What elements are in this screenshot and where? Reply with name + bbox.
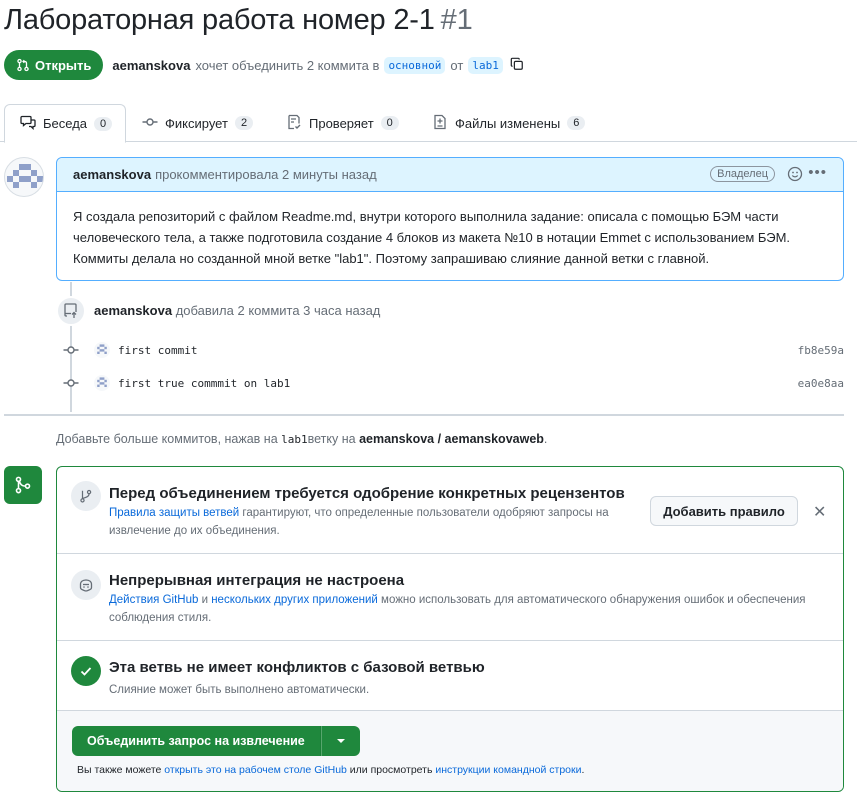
identicon-icon — [7, 164, 43, 188]
branch-protection-link[interactable]: Правила защиты ветвей — [109, 507, 239, 519]
head-branch-label[interactable]: lab1 — [468, 56, 503, 74]
hint-middle: ветку на — [307, 432, 356, 446]
footer-suffix: . — [581, 764, 585, 776]
repo-push-icon — [56, 296, 86, 326]
pr-tabs: Беседа 0 Фиксирует 2 Проверяет 0 Файлы и… — [0, 104, 857, 143]
commit-sha[interactable]: fb8e59a — [798, 344, 844, 357]
status-badge: Открыть — [4, 50, 104, 80]
push-event: aemanskova добавила 2 коммита 3 часа наз… — [94, 303, 380, 318]
tab-label: Проверяет — [309, 115, 374, 131]
footer-prefix: Вы также можете — [77, 764, 165, 776]
comment-author[interactable]: aemanskova — [73, 167, 151, 182]
commit-row: first commit fb8e59a — [62, 340, 844, 360]
tab-label: Беседа — [43, 116, 88, 131]
merge-box: Перед объединением требуется одобрение к… — [56, 466, 844, 792]
close-icon[interactable]: ✕ — [813, 502, 826, 522]
git-commit-icon — [142, 114, 158, 133]
merge-button-group: Объединить запрос на извлечение — [72, 726, 360, 756]
from-text: от — [450, 57, 464, 73]
avatar[interactable] — [94, 342, 110, 358]
pr-state-row: Открыть aemanskova хочет объединить 2 ко… — [4, 50, 524, 80]
comment-body: Я создала репозиторий с файлом Readme.md… — [73, 209, 791, 266]
review-required-title: Перед объединением требуется одобрение к… — [109, 485, 625, 502]
comment-discussion-icon — [20, 114, 36, 133]
no-conflicts-desc: Слияние может быть выполнено автоматичес… — [109, 684, 370, 696]
avatar[interactable] — [4, 157, 44, 197]
merge-footer: Объединить запрос на извлечение Вы также… — [57, 711, 843, 791]
pr-summary: aemanskova хочет объединить 2 коммита в … — [112, 56, 524, 74]
add-commits-hint: Добавьте больше коммитов, нажав на lab1в… — [56, 432, 547, 446]
hint-branch: lab1 — [281, 433, 308, 446]
git-pull-request-icon — [16, 58, 30, 72]
comment-header: aemanskova прокомментировала 2 минуты на… — [57, 158, 843, 192]
timeline-divider — [4, 414, 844, 416]
base-branch-label[interactable]: основной — [384, 56, 446, 74]
commit-sha[interactable]: ea0e8aa — [798, 377, 844, 390]
tab-conversation[interactable]: Беседа 0 — [4, 104, 126, 143]
ci-and-text: и — [198, 594, 212, 606]
merge-summary-text: хочет объединить 2 коммита в — [195, 57, 380, 73]
github-actions-link[interactable]: Действия GitHub — [109, 594, 198, 606]
other-apps-link[interactable]: нескольких других приложений — [211, 594, 378, 606]
triangle-down-icon[interactable] — [320, 726, 360, 756]
comment-box: aemanskova прокомментировала 2 минуты на… — [56, 157, 844, 281]
push-event-text: добавила 2 коммита 3 часа назад — [175, 303, 381, 318]
author-link[interactable]: aemanskova — [112, 58, 190, 73]
no-conflicts-title: Эта ветвь не имеет конфликтов с базовой … — [109, 659, 485, 676]
ci-desc: Действия GitHub и нескольких других прил… — [109, 591, 829, 627]
kebab-horizontal-icon[interactable]: ••• — [808, 164, 827, 181]
git-commit-icon — [62, 375, 80, 391]
tab-counter: 0 — [380, 116, 399, 130]
tab-commits[interactable]: Фиксирует 2 — [142, 104, 254, 142]
check-icon — [71, 656, 101, 686]
tab-label: Файлы изменены — [455, 115, 561, 131]
pr-number: #1 — [440, 4, 473, 36]
copilot-icon — [71, 570, 101, 600]
no-conflicts-section: Эта ветвь не имеет конфликтов с базовой … — [57, 641, 843, 711]
owner-badge: Владелец — [710, 166, 775, 182]
git-commit-icon — [62, 342, 80, 358]
ci-title: Непрерывная интеграция не настроена — [109, 572, 405, 589]
avatar[interactable] — [94, 375, 110, 391]
page-title: Лабораторная работа номер 2-1 #1 — [4, 4, 473, 37]
push-author[interactable]: aemanskova — [94, 303, 172, 318]
merge-footer-note: Вы также можете открыть это на рабочем с… — [77, 764, 584, 776]
merge-pull-request-button[interactable]: Объединить запрос на извлечение — [72, 726, 321, 756]
git-merge-icon — [4, 466, 42, 504]
commit-row: first true commmit on lab1 ea0e8aa — [62, 373, 844, 393]
copy-icon[interactable] — [510, 57, 524, 74]
repo-link[interactable]: aemanskova / aemanskovaweb — [359, 432, 544, 446]
ci-section: Непрерывная интеграция не настроена Дейс… — [57, 554, 843, 641]
add-rule-button[interactable]: Добавить правило — [650, 496, 798, 526]
comment-meta[interactable]: прокомментировала 2 минуты назад — [155, 167, 377, 182]
status-badge-label: Открыть — [35, 57, 92, 73]
review-required-section: Перед объединением требуется одобрение к… — [57, 467, 843, 554]
pr-title: Лабораторная работа номер 2-1 — [4, 4, 435, 36]
tab-counter: 0 — [94, 116, 113, 131]
hint-prefix: Добавьте больше коммитов, нажав на — [56, 432, 278, 446]
commit-message[interactable]: first true commmit on lab1 — [118, 377, 290, 390]
tab-counter: 6 — [567, 116, 586, 130]
hint-suffix: . — [543, 432, 548, 446]
smiley-icon[interactable] — [787, 166, 803, 185]
open-desktop-link[interactable]: открыть это на рабочем столе GitHub — [164, 764, 347, 776]
tab-label: Фиксирует — [165, 115, 228, 131]
git-branch-icon — [71, 481, 101, 511]
review-required-desc: Правила защиты ветвей гарантируют, что о… — [109, 504, 639, 540]
checklist-icon — [286, 114, 302, 133]
cli-instructions-link[interactable]: инструкции командной строки — [435, 764, 581, 776]
tab-counter: 2 — [234, 116, 254, 130]
tab-files-changed[interactable]: Файлы изменены 6 — [432, 104, 586, 142]
commit-message[interactable]: first commit — [118, 344, 197, 357]
file-diff-icon — [432, 114, 448, 133]
footer-middle: или просмотреть — [346, 764, 436, 776]
tab-checks[interactable]: Проверяет 0 — [286, 104, 399, 142]
